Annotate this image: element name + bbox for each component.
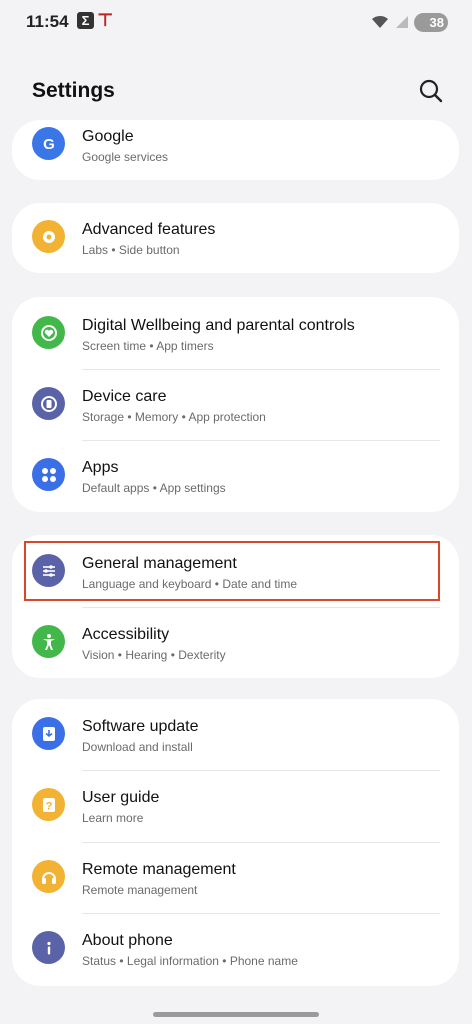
settings-item-accessibility[interactable]: Accessibility Vision • Hearing • Dexteri… [12,608,459,678]
signal-icon [396,16,408,28]
item-title: Apps [82,459,119,476]
item-subtitle: Learn more [82,811,144,825]
item-title: Accessibility [82,626,170,643]
sigma-notification-icon: Σ [77,12,94,29]
item-subtitle: Labs • Side button [82,243,180,257]
svg-text:G: G [43,136,55,153]
item-subtitle: Download and install [82,740,193,754]
accessibility-person-icon [32,625,65,658]
search-button[interactable] [416,76,446,106]
status-time: 11:54 [26,12,69,31]
search-icon [419,79,443,103]
settings-item-software-update[interactable]: Software update Download and install [12,700,459,770]
item-subtitle: Vision • Hearing • Dexterity [82,648,226,662]
puzzle-gear-icon [32,220,65,253]
settings-item-about-phone[interactable]: About phone Status • Legal information •… [12,914,459,984]
settings-item-digital-wellbeing[interactable]: Digital Wellbeing and parental controls … [12,299,459,369]
item-subtitle: Storage • Memory • App protection [82,410,266,424]
app-notification-icon: ⊤ [97,10,114,30]
highlight-outline [24,541,440,601]
settings-item-advanced-features[interactable]: Advanced features Labs • Side button [12,203,459,273]
software-update-icon [32,717,65,750]
item-title: Google [82,128,134,145]
settings-item-user-guide[interactable]: ? User guide Learn more [12,771,459,841]
item-subtitle: Google services [82,150,169,164]
settings-card-device: Digital Wellbeing and parental controls … [12,297,459,512]
status-bar: 11:54 Σ ⊤ 38 [0,0,472,46]
info-icon [32,931,65,964]
settings-item-apps[interactable]: Apps Default apps • App settings [12,441,459,511]
svg-text:?: ? [45,800,52,812]
item-title: User guide [82,789,160,806]
headset-icon [32,860,65,893]
wellbeing-heart-icon [32,316,65,349]
apps-grid-icon [32,458,65,491]
page-title: Settings [32,79,115,102]
status-icons: 38 [370,12,448,32]
item-subtitle: Screen time • App timers [82,339,214,353]
device-care-icon [32,387,65,420]
item-title: Remote management [82,861,236,878]
item-subtitle: Status • Legal information • Phone name [82,954,298,968]
battery-indicator: 38 [414,12,448,32]
item-title: Digital Wellbeing and parental controls [82,317,355,334]
gesture-navigation-bar[interactable] [153,1012,319,1017]
settings-item-device-care[interactable]: Device care Storage • Memory • App prote… [12,370,459,440]
item-title: Software update [82,718,199,735]
settings-card-google: G Google Google services [12,120,459,180]
settings-item-google[interactable]: G Google Google services [12,110,459,180]
settings-item-remote-management[interactable]: Remote management Remote management [12,843,459,913]
google-icon: G [32,127,65,160]
user-guide-book-icon: ? [32,788,65,821]
wifi-icon [372,15,388,28]
settings-card-advanced: Advanced features Labs • Side button [12,203,459,273]
item-title: Advanced features [82,221,216,238]
item-title: Device care [82,388,167,405]
item-subtitle: Default apps • App settings [82,481,226,495]
item-title: About phone [82,932,173,949]
item-subtitle: Remote management [82,883,198,897]
settings-card-about: Software update Download and install ? U… [12,699,459,986]
